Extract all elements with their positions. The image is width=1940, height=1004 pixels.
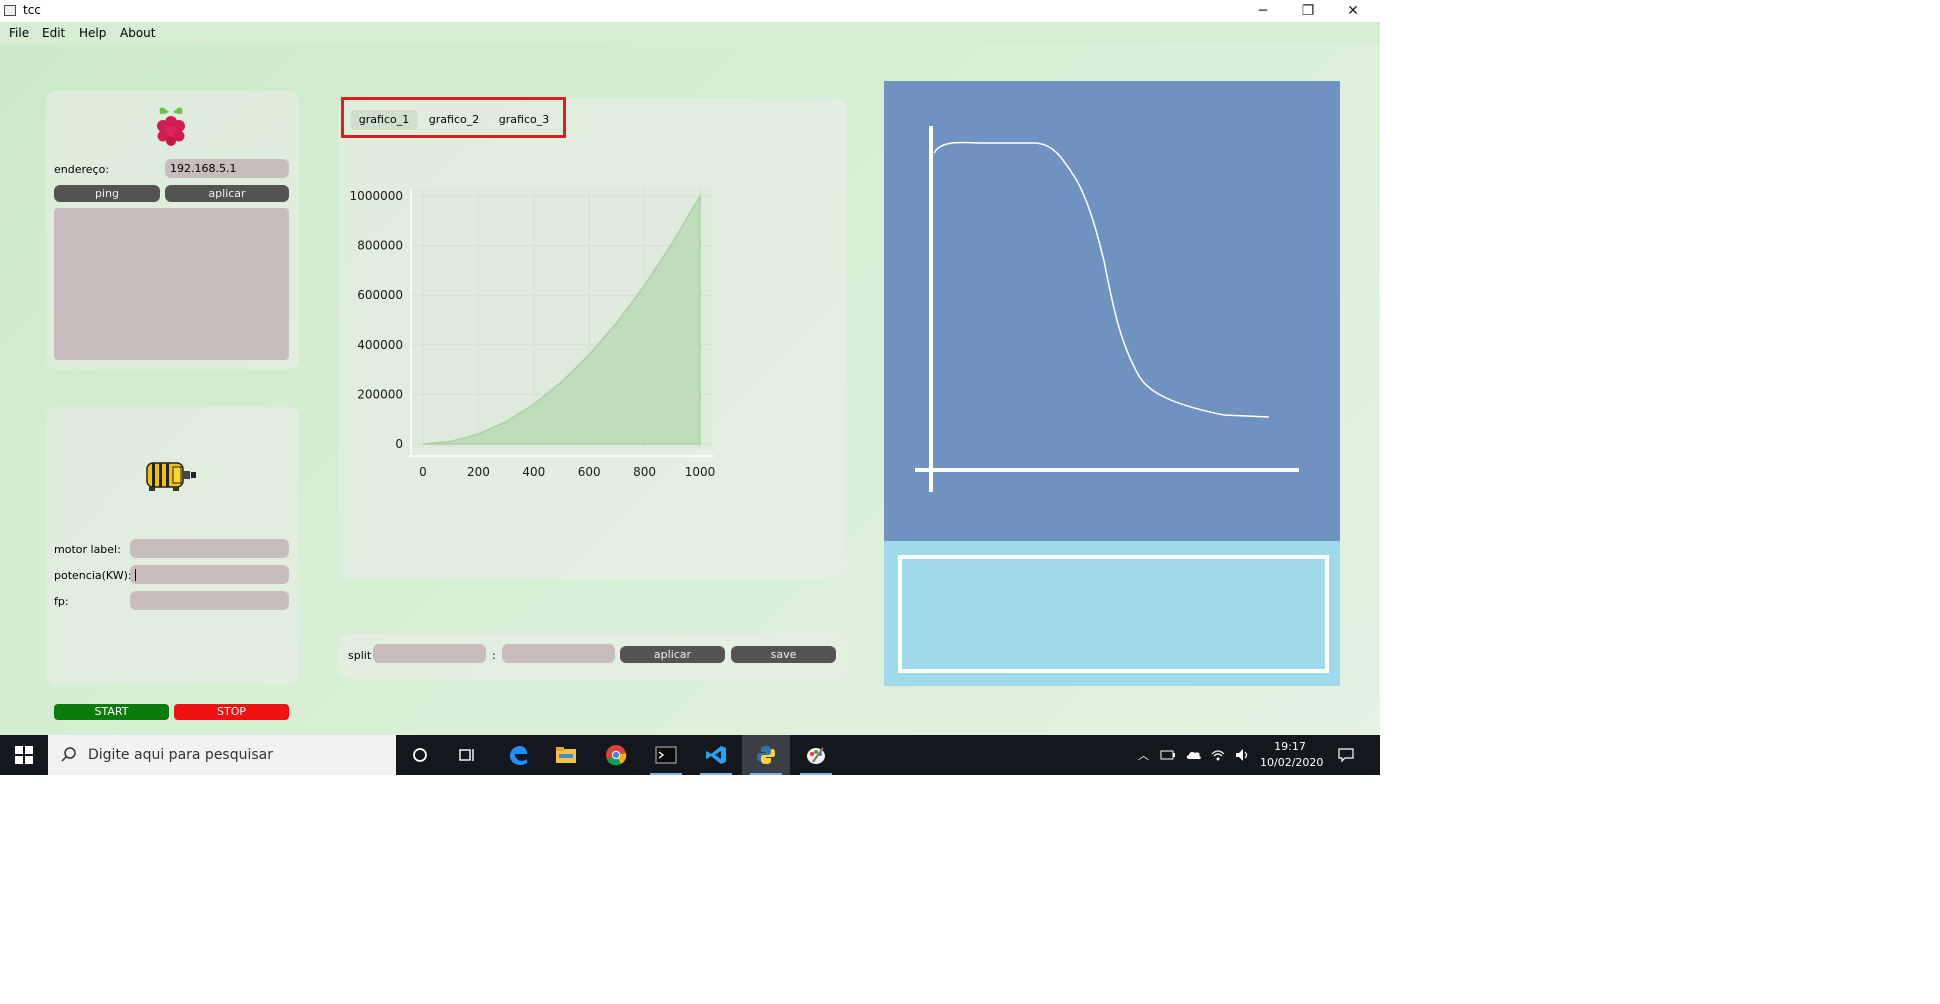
tray-onedrive[interactable] [1185, 735, 1203, 775]
y-tick-label: 800000 [357, 239, 403, 253]
app-window: tcc ─ ❐ ✕ File Edit Help About endereço:… [0, 0, 1380, 735]
start-menu-button[interactable] [0, 735, 48, 775]
battery-icon [1160, 750, 1175, 760]
task-view-icon [459, 749, 474, 761]
paint-button[interactable] [792, 735, 840, 775]
taskbar-clock[interactable]: 19:17 10/02/2020 [1260, 739, 1324, 771]
motor-label-input[interactable] [130, 539, 289, 558]
tray-wifi[interactable] [1210, 735, 1226, 775]
clock-date: 10/02/2020 [1260, 756, 1324, 769]
terminal-running-indicator [650, 773, 682, 775]
paint-running-indicator [800, 773, 832, 775]
volume-icon [1236, 749, 1248, 761]
python-running-indicator [750, 773, 782, 775]
menu-help[interactable]: Help [79, 26, 106, 40]
split-separator: : [492, 649, 496, 662]
plot-info-box [898, 555, 1329, 673]
window-title: tcc [23, 3, 41, 17]
menu-bar: File Edit Help About [0, 22, 1380, 44]
title-bar: tcc ─ ❐ ✕ [0, 0, 1380, 22]
tray-network-status[interactable] [1160, 735, 1176, 775]
split-apply-button[interactable]: aplicar [620, 646, 725, 663]
ping-button[interactable]: ping [54, 185, 160, 202]
start-button[interactable]: START [54, 704, 169, 720]
tab-grafico-3[interactable]: grafico_3 [491, 110, 557, 130]
y-tick-label: 200000 [357, 387, 403, 401]
file-explorer-button[interactable] [542, 735, 590, 775]
edge-button[interactable] [494, 735, 542, 775]
chevron-up-icon: ︿ [1138, 749, 1149, 762]
app-icon [4, 5, 16, 16]
paint-icon [807, 747, 825, 764]
y-tick-label: 1000000 [350, 189, 403, 203]
file-explorer-icon [556, 747, 576, 763]
raspberry-pi-icon [157, 107, 185, 146]
y-tick-label: 600000 [357, 288, 403, 302]
tab-grafico-2[interactable]: grafico_2 [421, 110, 487, 130]
windows-icon [15, 746, 33, 764]
minimize-button[interactable]: ─ [1240, 0, 1286, 22]
motor-label-label: motor label: [54, 543, 121, 556]
cortana-icon [413, 748, 427, 762]
search-placeholder: Digite aqui para pesquisar [88, 747, 274, 763]
minimize-icon: ─ [1258, 3, 1268, 19]
vscode-button[interactable] [692, 735, 740, 775]
close-button[interactable]: ✕ [1330, 0, 1376, 22]
edge-icon [510, 746, 527, 765]
save-button[interactable]: save [731, 646, 836, 663]
split-from-input[interactable] [373, 644, 486, 663]
live-plot-canvas [915, 126, 1299, 492]
taskbar: Digite aqui para pesquisar ︿ 19:17 10/02… [0, 735, 1380, 775]
power-label: potencia(KW): [54, 569, 132, 582]
power-input[interactable] [130, 565, 289, 584]
cortana-button[interactable] [396, 735, 444, 775]
y-tick-label: 400000 [357, 338, 403, 352]
task-view-button[interactable] [444, 735, 492, 775]
x-tick-label: 600 [578, 465, 601, 479]
vscode-icon [706, 746, 726, 764]
chrome-button[interactable] [592, 735, 640, 775]
area-chart: 0 200000 400000 600000 800000 1000000 0 200 400 6… [350, 188, 716, 479]
address-label: endereço: [54, 163, 110, 176]
tab-grafico-1[interactable]: grafico_1 [351, 110, 417, 130]
x-tick-label: 0 [419, 465, 427, 479]
notification-icon [1338, 748, 1354, 762]
stop-button[interactable]: STOP [174, 704, 289, 720]
fp-input[interactable] [130, 591, 289, 610]
clock-time: 19:17 [1274, 740, 1306, 753]
maximize-button[interactable]: ❐ [1285, 0, 1331, 22]
fp-label: fp: [54, 595, 69, 608]
python-icon [757, 746, 775, 764]
menu-file[interactable]: File [9, 26, 29, 40]
motor-icon [146, 462, 196, 491]
address-input[interactable]: 192.168.5.1 [165, 159, 289, 178]
split-label: split [348, 649, 372, 662]
tray-chevron[interactable]: ︿ [1138, 735, 1149, 775]
search-icon [61, 747, 76, 762]
x-tick-label: 800 [633, 465, 656, 479]
log-output[interactable] [54, 208, 289, 360]
close-icon: ✕ [1347, 3, 1359, 19]
taskbar-search[interactable]: Digite aqui para pesquisar [48, 735, 396, 775]
apply-address-button[interactable]: aplicar [165, 185, 289, 202]
menu-edit[interactable]: Edit [42, 26, 65, 40]
wifi-icon [1211, 750, 1225, 761]
tray-volume[interactable] [1235, 735, 1251, 775]
restore-icon: ❐ [1301, 3, 1315, 19]
terminal-icon [655, 746, 677, 764]
vscode-running-indicator [700, 773, 732, 775]
cloud-icon [1186, 751, 1201, 759]
menu-about[interactable]: About [120, 26, 155, 40]
x-tick-label: 400 [522, 465, 545, 479]
terminal-button[interactable] [642, 735, 690, 775]
split-to-input[interactable] [502, 644, 615, 663]
text-caret [135, 569, 136, 581]
notifications-button[interactable] [1338, 735, 1354, 775]
chrome-icon [606, 745, 627, 766]
x-tick-label: 200 [467, 465, 490, 479]
y-tick-label: 0 [395, 437, 403, 451]
x-tick-label: 1000 [685, 465, 716, 479]
python-button[interactable] [742, 735, 790, 775]
